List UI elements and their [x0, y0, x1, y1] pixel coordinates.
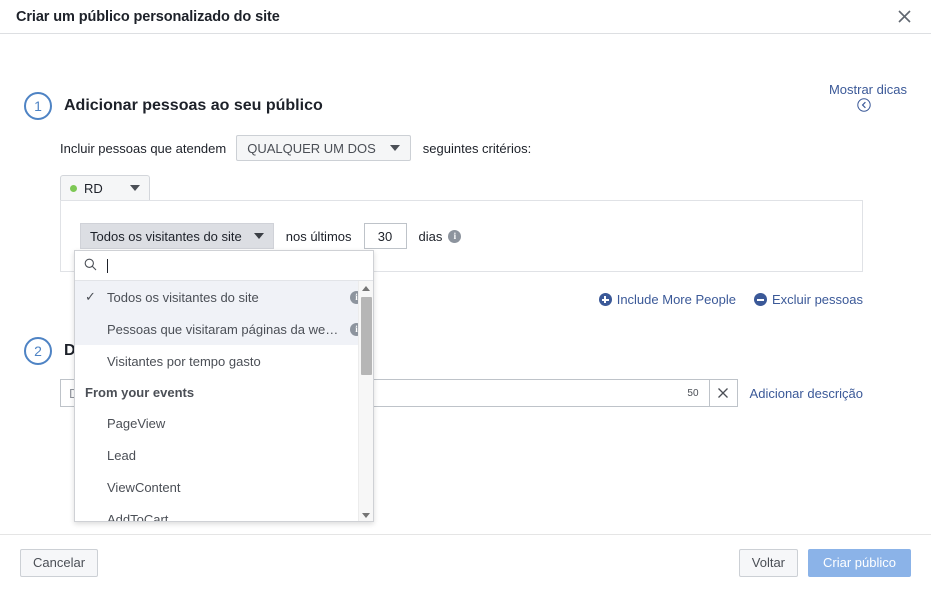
dropdown-option-time-spent[interactable]: Visitantes por tempo gasto: [75, 345, 373, 377]
dropdown-option-label: Pessoas que visitaram páginas da we…: [107, 321, 339, 337]
plus-circle-icon: [598, 293, 612, 306]
close-icon[interactable]: [891, 4, 917, 30]
dropdown-scrollbar[interactable]: [358, 281, 373, 521]
dropdown-option-label: AddToCart: [107, 511, 169, 522]
dialog-header: Criar um público personalizado do site: [0, 0, 931, 34]
add-description-link[interactable]: Adicionar descrição: [750, 386, 863, 401]
retention-days-input[interactable]: [363, 223, 407, 249]
dropdown-option-all-visitors[interactable]: ✓ Todos os visitantes do site i: [75, 281, 373, 313]
step-1: 1 Adicionar pessoas ao seu público: [24, 92, 323, 120]
audience-source-tab-label: RD: [84, 180, 103, 196]
show-tips-link[interactable]: Mostrar dicas: [811, 82, 907, 112]
rule-type-value: Todos os visitantes do site: [90, 228, 242, 244]
step-1-title: Adicionar pessoas ao seu público: [64, 97, 323, 114]
info-icon[interactable]: i: [448, 229, 462, 243]
chevron-down-icon: [130, 185, 140, 191]
chevron-down-icon: [253, 233, 264, 239]
exclude-people-link[interactable]: Excluir pessoas: [753, 292, 863, 307]
rule-row: Todos os visitantes do site nos últimos …: [80, 223, 462, 249]
check-icon: ✓: [85, 289, 96, 304]
dropdown-option-lead[interactable]: Lead: [75, 439, 373, 471]
footer-actions: Voltar Criar público: [738, 548, 911, 577]
back-button[interactable]: Voltar: [738, 548, 799, 577]
text-cursor: [107, 258, 108, 273]
dialog-footer: Cancelar Voltar Criar público: [0, 535, 931, 590]
dropdown-option-label: ViewContent: [107, 479, 181, 495]
show-tips-line1: Mostrar: [828, 82, 874, 97]
dropdown-option-addtocart[interactable]: AddToCart: [75, 503, 373, 522]
dialog-body: Mostrar dicas 1 Adicionar pessoas ao seu…: [0, 34, 931, 535]
dropdown-option-viewcontent[interactable]: ViewContent: [75, 471, 373, 503]
dropdown-search-row[interactable]: [75, 251, 373, 281]
include-more-people-label: Include More People: [616, 292, 736, 307]
step-2-number: 2: [24, 337, 52, 365]
search-icon: [84, 258, 97, 274]
dropdown-option-visited-pages[interactable]: Pessoas que visitaram páginas da we… i: [75, 313, 373, 345]
dropdown-option-label: PageView: [107, 415, 166, 431]
retention-days-label: dias: [418, 228, 443, 244]
clear-name-button[interactable]: [709, 379, 738, 407]
step-1-number: 1: [24, 92, 52, 120]
scroll-up-button[interactable]: [359, 281, 373, 295]
include-more-people-link[interactable]: Include More People: [598, 292, 736, 307]
dialog-title: Criar um público personalizado do site: [16, 8, 280, 25]
criteria-prefix-label: Incluir pessoas que atendem: [60, 140, 227, 156]
minus-circle-icon: [753, 293, 767, 306]
rule-type-dropdown: ✓ Todos os visitantes do site i Pessoas …: [74, 250, 374, 522]
exclude-people-label: Excluir pessoas: [771, 292, 863, 307]
criteria-suffix-label: seguintes critérios:: [422, 140, 532, 156]
dropdown-option-pageview[interactable]: PageView: [75, 407, 373, 439]
triangle-up-icon: [362, 285, 370, 291]
dropdown-option-label: Visitantes por tempo gasto: [107, 353, 261, 369]
dropdown-group-header: From your events: [85, 384, 195, 400]
triangle-down-icon: [362, 512, 370, 518]
chevron-left-circle-icon: [857, 98, 871, 116]
criteria-match-select[interactable]: QUALQUER UM DOS: [236, 135, 411, 161]
dropdown-option-label: Lead: [107, 447, 136, 463]
criteria-row: Incluir pessoas que atendem QUALQUER UM …: [60, 135, 531, 161]
dropdown-list: ✓ Todos os visitantes do site i Pessoas …: [75, 281, 373, 522]
scroll-down-button[interactable]: [359, 508, 373, 521]
retention-prefix-label: nos últimos: [285, 228, 352, 244]
rule-type-select[interactable]: Todos os visitantes do site: [80, 223, 274, 249]
cancel-button[interactable]: Cancelar: [20, 548, 99, 577]
show-tips-line2: dicas: [876, 82, 907, 97]
scrollbar-thumb[interactable]: [361, 297, 372, 375]
status-dot-icon: [70, 184, 77, 192]
criteria-match-value: QUALQUER UM DOS: [247, 140, 376, 156]
people-links: Include More People Excluir pessoas: [598, 292, 863, 307]
chevron-down-icon: [389, 145, 400, 151]
create-audience-button[interactable]: Criar público: [808, 548, 911, 577]
dropdown-option-label: Todos os visitantes do site: [107, 289, 259, 305]
audience-source-tab-rd[interactable]: RD: [60, 175, 150, 200]
character-counter: 50: [687, 387, 699, 399]
